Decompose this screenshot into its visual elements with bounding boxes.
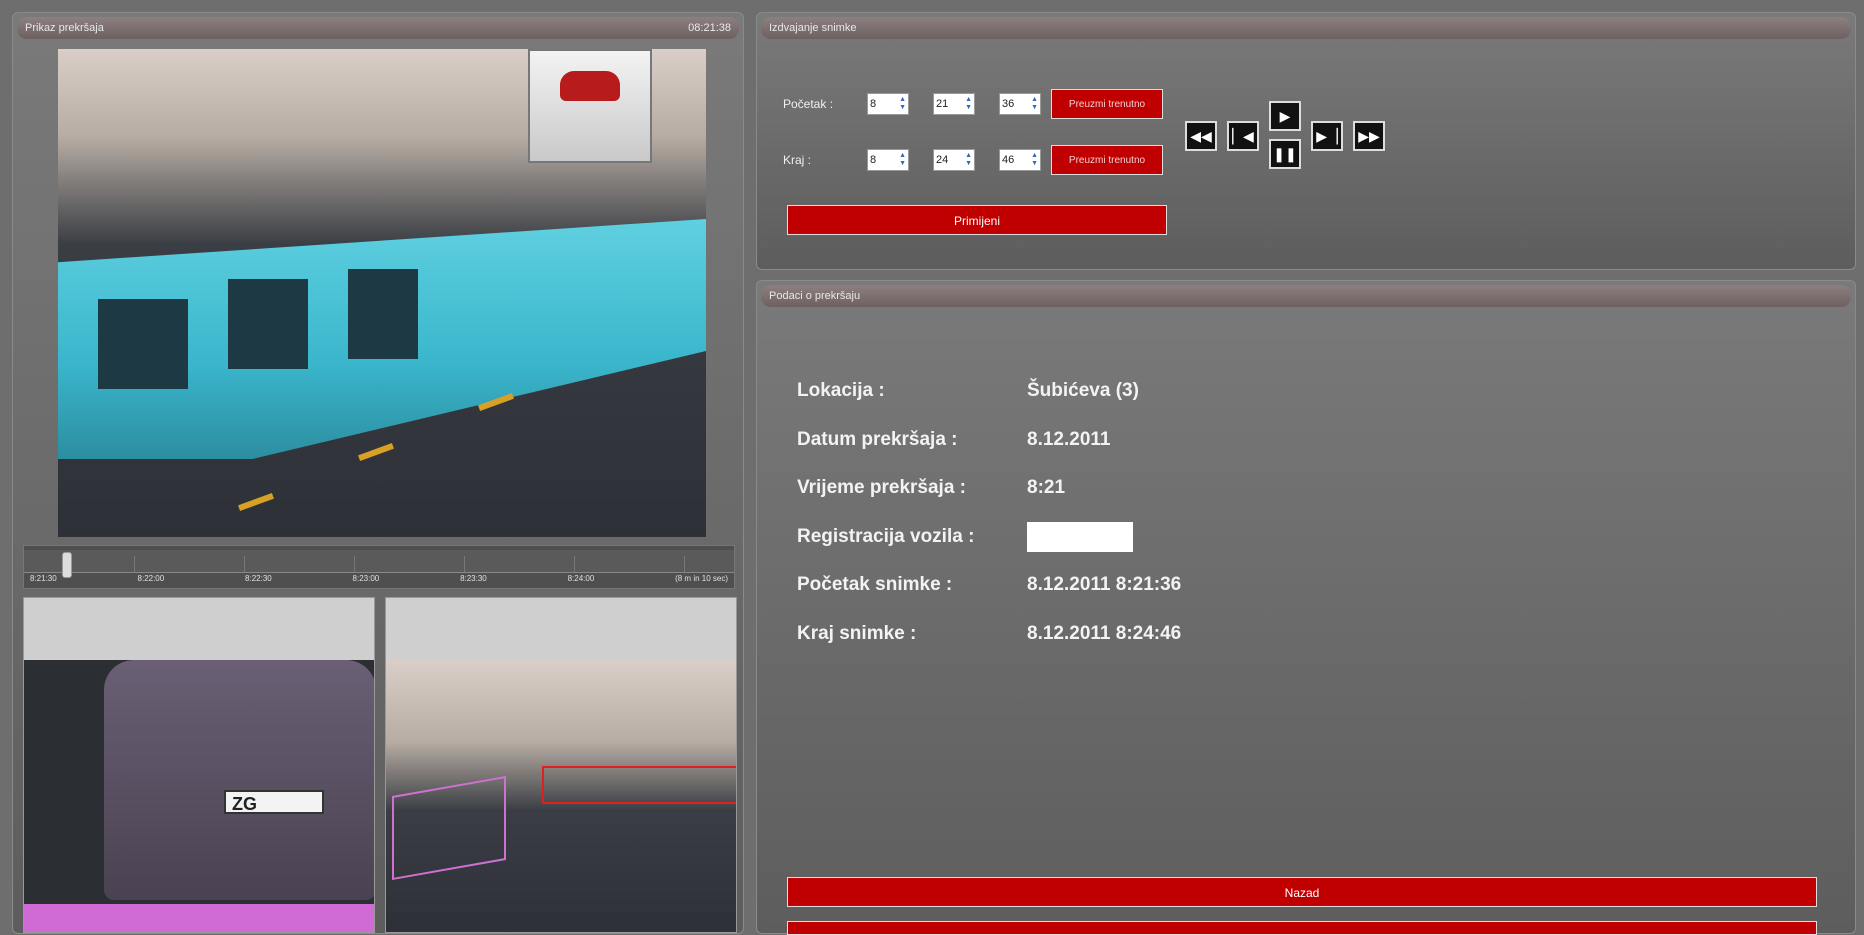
plate-thumbnail[interactable]: ZG <box>23 597 375 933</box>
info-row-clip-end: Kraj snimke : 8.12.2011 8:24:46 <box>797 610 1181 659</box>
start-minute-spinner[interactable]: 21 ▲ ▼ <box>933 93 975 115</box>
info-row-location: Lokacija : Šubićeva (3) <box>797 367 1181 416</box>
clip-extract-panel: Izdvajanje snimke Početak : 8 ▲ ▼ 21 ▲ ▼ 3… <box>756 12 1856 270</box>
panel-title: Podaci o prekršaju <box>769 290 861 302</box>
pause-icon[interactable]: ❚❚ <box>1269 139 1301 169</box>
info-label: Lokacija : <box>797 380 885 402</box>
info-row-clip-start: Početak snimke : 8.12.2011 8:21:36 <box>797 561 1181 610</box>
vehicle-detection-box <box>542 766 736 804</box>
end-second-spinner[interactable]: 46 ▲ ▼ <box>999 149 1041 171</box>
info-label: Početak snimke : <box>797 574 953 596</box>
spinner-arrows-icon[interactable]: ▲ ▼ <box>1031 96 1038 112</box>
capture-end-button[interactable]: Preuzmi trenutno <box>1051 145 1163 175</box>
fast-forward-icon[interactable]: ▶▶ <box>1353 121 1385 151</box>
timeline-label: 8:24:00 <box>567 574 595 583</box>
spinner-arrows-icon[interactable]: ▲ ▼ <box>1031 152 1038 168</box>
spinner-value: 24 <box>936 154 949 166</box>
timeline-track[interactable] <box>24 550 734 578</box>
spinner-value: 46 <box>1002 154 1015 166</box>
timeline-tick <box>354 556 355 572</box>
timeline-labels: 8:21:30 8:22:00 8:22:30 8:23:00 8:23:30 … <box>24 574 734 583</box>
apply-button[interactable]: Primijeni <box>787 205 1167 235</box>
timeline-tick <box>464 556 465 572</box>
panel-title: Izdvajanje snimke <box>769 22 857 34</box>
end-hour-spinner[interactable]: 8 ▲ ▼ <box>867 149 909 171</box>
info-row-registration: Registracija vozila : <box>797 513 1181 562</box>
start-time-row: Početak : 8 ▲ ▼ 21 ▲ ▼ 36 ▲ ▼ Preuzmi trenu… <box>783 89 1163 119</box>
timeline-tick <box>684 556 685 572</box>
end-label: Kraj : <box>783 153 812 167</box>
tram-window <box>98 299 188 389</box>
timeline[interactable]: 8:21:30 8:22:00 8:22:30 8:23:00 8:23:30 … <box>23 545 735 589</box>
plate-image: ZG <box>24 660 374 932</box>
spinner-value: 8 <box>870 98 877 110</box>
timeline-label: 8:22:00 <box>137 574 165 583</box>
violation-info-header: Podaci o prekršaju <box>761 285 1851 307</box>
back-button[interactable]: Nazad <box>787 877 1817 907</box>
spinner-arrows-icon[interactable]: ▲ ▼ <box>965 96 972 112</box>
timeline-label: 8:21:30 <box>30 574 57 583</box>
info-label: Kraj snimke : <box>797 622 917 644</box>
info-row-time: Vrijeme prekršaja : 8:21 <box>797 464 1181 513</box>
skip-back-icon[interactable]: ▏◀ <box>1227 121 1259 151</box>
timeline-label: 8:23:00 <box>352 574 380 583</box>
start-hour-spinner[interactable]: 8 ▲ ▼ <box>867 93 909 115</box>
timeline-label: 8:23:30 <box>460 574 487 583</box>
info-value: 8:21 <box>1027 477 1066 499</box>
info-value: 8.12.2011 8:21:36 <box>1027 574 1182 596</box>
spinner-value: 21 <box>936 98 949 110</box>
start-label: Početak : <box>783 97 834 111</box>
violation-view-header: Prikaz prekršaja 08:21:38 <box>17 17 739 39</box>
rewind-icon[interactable]: ◀◀ <box>1185 121 1217 151</box>
car-image <box>104 660 374 900</box>
timeline-tick <box>134 556 135 572</box>
main-video[interactable] <box>58 49 706 537</box>
timeline-label: 8:22:30 <box>245 574 272 583</box>
info-list: Lokacija : Šubićeva (3) Datum prekršaja … <box>797 367 1181 658</box>
road-marking <box>238 493 274 511</box>
info-value: Šubićeva (3) <box>1027 380 1139 402</box>
spinner-value: 8 <box>870 154 877 166</box>
highlight-bar <box>24 904 374 932</box>
info-value: 8.12.2011 <box>1027 428 1111 450</box>
panel-title: Prikaz prekršaja <box>25 22 104 34</box>
clock: 08:21:38 <box>688 22 731 34</box>
scene-image <box>386 660 736 932</box>
tram-window <box>348 269 418 359</box>
timeline-label: (8 m in 10 sec) <box>675 574 728 583</box>
play-icon[interactable]: ▶ <box>1269 101 1301 131</box>
end-minute-spinner[interactable]: 24 ▲ ▼ <box>933 149 975 171</box>
tram-window <box>228 279 308 369</box>
violation-view-panel: Prikaz prekršaja 08:21:38 8:21:30 8:22:0… <box>12 12 744 934</box>
info-label: Vrijeme prekršaja : <box>797 477 966 499</box>
info-label: Datum prekršaja : <box>797 428 958 450</box>
license-plate: ZG <box>224 790 324 814</box>
info-value: 8.12.2011 8:24:46 <box>1027 622 1182 644</box>
violation-info-panel: Podaci o prekršaju Lokacija : Šubićeva (… <box>756 280 1856 935</box>
secondary-action-button[interactable] <box>787 921 1817 935</box>
skip-forward-icon[interactable]: ▶▕ <box>1311 121 1343 151</box>
start-second-spinner[interactable]: 36 ▲ ▼ <box>999 93 1041 115</box>
spinner-arrows-icon[interactable]: ▲ ▼ <box>965 152 972 168</box>
timeline-tick <box>574 556 575 572</box>
registration-redacted-box <box>1027 521 1133 552</box>
clip-extract-header: Izdvajanje snimke <box>761 17 1851 39</box>
timeline-tick <box>244 556 245 572</box>
end-time-row: Kraj : 8 ▲ ▼ 24 ▲ ▼ 46 ▲ ▼ Preuzmi trenutno <box>783 145 1163 175</box>
spinner-arrows-icon[interactable]: ▲ ▼ <box>899 96 906 112</box>
road-marking <box>358 443 394 461</box>
info-row-date: Datum prekršaja : 8.12.2011 <box>797 416 1181 465</box>
billboard-image <box>528 49 652 163</box>
spinner-value: 36 <box>1002 98 1015 110</box>
capture-start-button[interactable]: Preuzmi trenutno <box>1051 89 1163 119</box>
spinner-arrows-icon[interactable]: ▲ ▼ <box>899 152 906 168</box>
info-label: Registracija vozila : <box>797 525 975 547</box>
scene-thumbnail[interactable] <box>385 597 737 933</box>
